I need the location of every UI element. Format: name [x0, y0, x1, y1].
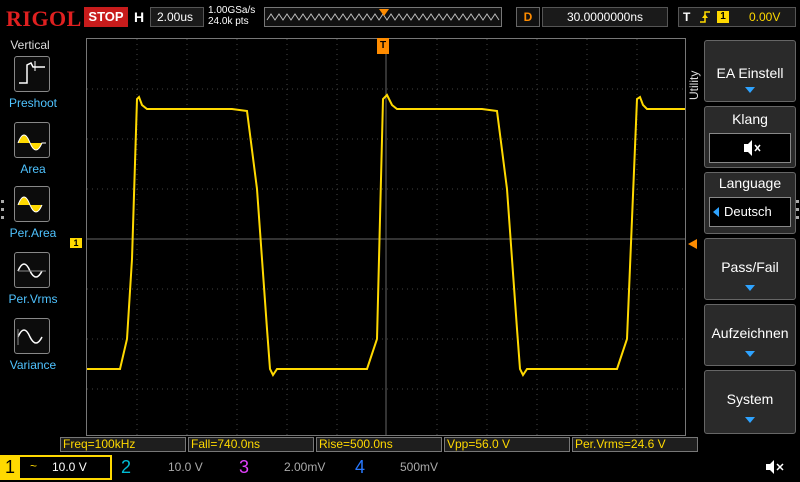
trigger-level-marker[interactable]	[688, 239, 697, 249]
acquisition-info: 1.00GSa/s 24.0k pts	[208, 5, 255, 27]
measure-per-vrms[interactable]: Per.Vrms	[2, 252, 60, 316]
area-icon	[14, 122, 50, 158]
menu-tab: Utility	[687, 40, 703, 140]
channel-1[interactable]: 1 ~ 10.0 V	[0, 455, 112, 480]
channel-2[interactable]: 2 10.0 V	[116, 455, 228, 480]
measure-label: Variance	[9, 358, 57, 372]
coupling-icon: ~	[30, 459, 38, 473]
channel-number: 4	[354, 457, 365, 477]
delay-value[interactable]: 30.0000000ns	[542, 7, 668, 27]
trigger-panel[interactable]: T 1 0.00V	[678, 7, 796, 27]
utility-menu: EA Einstell Klang Language Deutsch Pass/…	[704, 38, 796, 436]
menu-label: Aufzeichnen	[711, 325, 789, 341]
channel-4[interactable]: 4 500mV	[350, 455, 462, 480]
menu-ea-einstell[interactable]: EA Einstell	[704, 40, 796, 102]
overview-waveform	[266, 9, 500, 21]
menu-tab-label: Utility	[687, 70, 701, 100]
measure-per-area[interactable]: Per.Area	[2, 186, 60, 250]
channel-3[interactable]: 3 2.00mV	[234, 455, 346, 480]
menu-label: Language	[718, 175, 782, 191]
per-area-icon	[14, 186, 50, 222]
menu-label: EA Einstell	[716, 65, 784, 81]
panel-title: Vertical	[10, 38, 50, 52]
menu-language[interactable]: Language Deutsch	[704, 172, 796, 234]
trigger-source: 1	[717, 11, 729, 23]
top-status-bar: RIGOL STOP H 2.00us 1.00GSa/s 24.0k pts …	[0, 0, 800, 36]
channel-1-info: ~ 10.0 V	[20, 457, 110, 478]
menu-pass-fail[interactable]: Pass/Fail	[704, 238, 796, 300]
channel-number: 2	[120, 457, 131, 477]
measure-label: Preshoot	[8, 96, 58, 110]
language-select[interactable]: Deutsch	[709, 197, 791, 227]
delay-key: D	[516, 7, 540, 27]
channel-scale: 500mV	[400, 460, 439, 474]
waveform-overview[interactable]	[264, 7, 502, 27]
ch1-offset-marker[interactable]: 1	[70, 238, 82, 248]
measurement-bar: Freq=100kHz Fall=740.0ns Rise=500.0ns Vp…	[60, 437, 700, 453]
menu-label: System	[726, 391, 774, 407]
trigger-position-marker[interactable]: T	[377, 38, 389, 54]
waveform-display[interactable]	[86, 38, 686, 436]
chevron-down-icon	[745, 417, 755, 423]
chevron-down-icon	[745, 87, 755, 93]
speaker-mute-icon	[709, 133, 791, 163]
trigger-key: T	[683, 10, 691, 24]
chevron-down-icon	[745, 285, 755, 291]
rising-edge-icon	[699, 9, 711, 30]
measure-label: Per.Vrms	[8, 292, 58, 306]
left-panel-dots	[1, 200, 5, 224]
vertical-measure-panel: Vertical Preshoot Area Per.Area Per.Vrms…	[0, 36, 62, 456]
measurement-freq[interactable]: Freq=100kHz	[60, 437, 186, 452]
rigol-logo: RIGOL	[6, 6, 82, 31]
measure-label: Area	[20, 162, 46, 176]
measure-label: Per.Area	[9, 226, 57, 240]
overview-trigger-marker	[379, 9, 389, 16]
language-value: Deutsch	[724, 204, 772, 219]
measure-preshoot[interactable]: Preshoot	[2, 56, 60, 120]
measure-area[interactable]: Area	[2, 122, 60, 186]
memory-depth: 24.0k pts	[208, 16, 249, 27]
measurement-vpp[interactable]: Vpp=56.0 V	[444, 437, 570, 452]
menu-label: Pass/Fail	[721, 259, 779, 275]
speaker-mute-icon[interactable]	[762, 457, 788, 477]
horizontal-key: H	[134, 9, 145, 25]
measurement-per-vrms[interactable]: Per.Vrms=24.6 V	[572, 437, 698, 452]
channel-scale: 10.0 V	[168, 460, 203, 474]
measurement-fall[interactable]: Fall=740.0ns	[188, 437, 314, 452]
menu-aufzeichnen[interactable]: Aufzeichnen	[704, 304, 796, 366]
trigger-level: 0.00V	[749, 10, 781, 24]
channel-bar: 1 ~ 10.0 V 2 10.0 V 3 2.00mV 4 500mV	[0, 455, 800, 480]
run-stop-indicator[interactable]: STOP	[84, 7, 128, 27]
measure-variance[interactable]: Variance	[2, 318, 60, 382]
channel-number: 3	[238, 457, 249, 477]
channel-scale: 2.00mV	[284, 460, 326, 474]
menu-system[interactable]: System	[704, 370, 796, 434]
per-vrms-icon	[14, 252, 50, 288]
channel-number: 1	[0, 455, 20, 480]
measurement-rise[interactable]: Rise=500.0ns	[316, 437, 442, 452]
preshoot-icon	[14, 56, 50, 92]
menu-label: Klang	[732, 111, 768, 127]
chevron-down-icon	[745, 351, 755, 357]
timebase-value[interactable]: 2.00us	[150, 7, 204, 27]
graticule	[87, 39, 685, 435]
chevron-left-icon	[713, 207, 719, 217]
right-panel-dots	[796, 200, 800, 224]
variance-icon	[14, 318, 50, 354]
menu-klang[interactable]: Klang	[704, 106, 796, 168]
sample-rate: 1.00GSa/s	[208, 5, 256, 16]
channel-scale: 10.0 V	[52, 460, 87, 474]
